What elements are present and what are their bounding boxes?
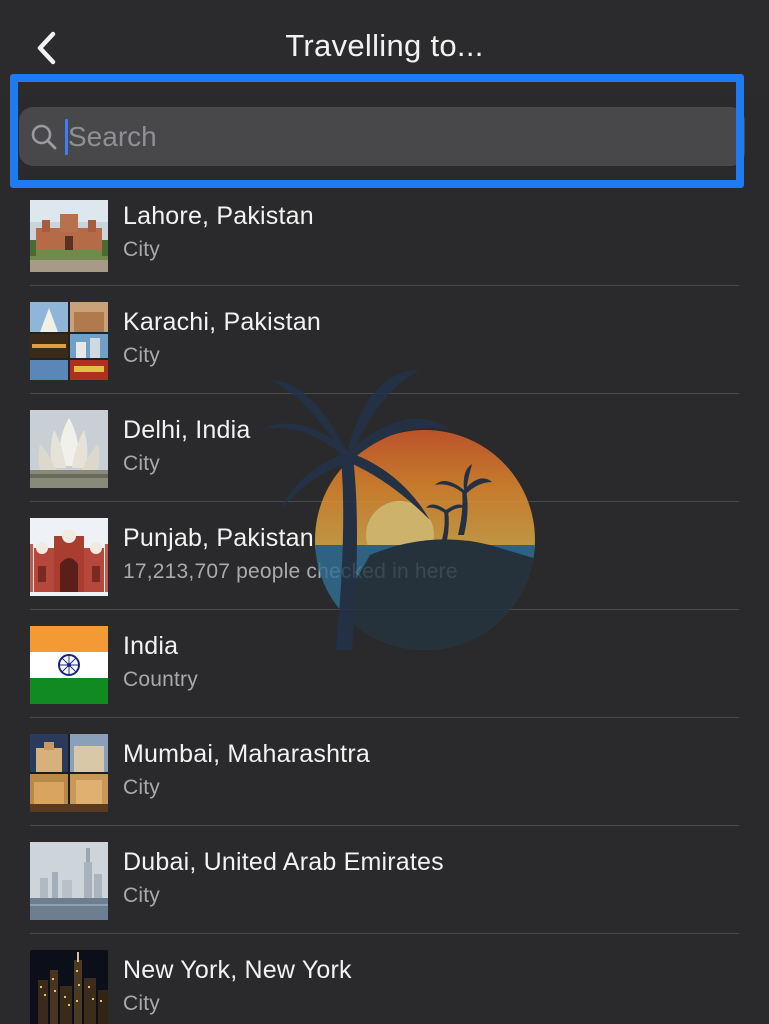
nav-header: Travelling to... <box>0 0 769 97</box>
place-name: Dubai, United Arab Emirates <box>123 848 444 876</box>
place-list: Lahore, Pakistan City Karachi, Pakistan … <box>0 180 769 1024</box>
delhi-thumbnail <box>30 410 108 488</box>
place-subtitle: City <box>123 452 160 475</box>
place-name: India <box>123 632 179 660</box>
dubai-thumbnail <box>30 842 108 920</box>
list-item[interactable]: New York, New York City <box>0 934 769 1024</box>
india-flag-thumbnail <box>30 626 108 704</box>
search-field[interactable] <box>19 107 745 166</box>
place-subtitle: City <box>123 884 160 907</box>
karachi-thumbnail <box>30 302 108 380</box>
place-subtitle: City <box>123 992 160 1015</box>
place-name: New York, New York <box>123 956 352 984</box>
lahore-thumbnail <box>30 200 108 272</box>
list-item[interactable]: Delhi, India City <box>0 394 769 502</box>
place-subtitle: Country <box>123 668 198 691</box>
place-name: Delhi, India <box>123 416 251 444</box>
screen: Travelling to... Search Lahore, Pakistan… <box>0 0 769 1024</box>
punjab-thumbnail <box>30 518 108 596</box>
list-item[interactable]: Dubai, United Arab Emirates City <box>0 826 769 934</box>
place-subtitle: City <box>123 238 160 261</box>
place-name: Lahore, Pakistan <box>123 202 314 230</box>
place-subtitle: 17,213,707 people checked in here <box>123 560 458 583</box>
place-name: Karachi, Pakistan <box>123 308 321 336</box>
list-item[interactable]: Mumbai, Maharashtra City <box>0 718 769 826</box>
list-item[interactable]: India Country <box>0 610 769 718</box>
new-york-thumbnail <box>30 950 108 1024</box>
list-item[interactable]: Punjab, Pakistan 17,213,707 people check… <box>0 502 769 610</box>
mumbai-thumbnail <box>30 734 108 812</box>
list-item[interactable]: Lahore, Pakistan City <box>0 180 769 286</box>
list-item[interactable]: Karachi, Pakistan City <box>0 286 769 394</box>
place-name: Mumbai, Maharashtra <box>123 740 370 768</box>
page-title: Travelling to... <box>285 28 484 63</box>
place-subtitle: City <box>123 344 160 367</box>
place-subtitle: City <box>123 776 160 799</box>
search-input[interactable] <box>68 111 668 162</box>
search-icon <box>29 122 59 152</box>
place-name: Punjab, Pakistan <box>123 524 314 552</box>
